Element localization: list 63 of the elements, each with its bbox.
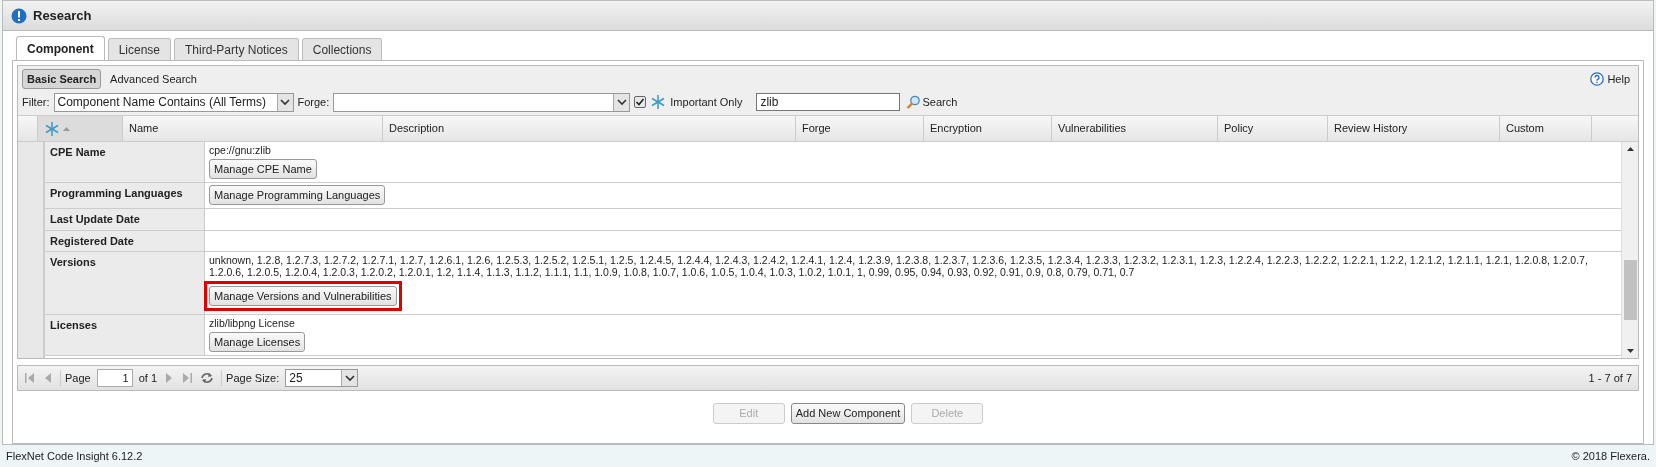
tab[interactable]: Third-Party Notices (174, 38, 299, 60)
column-header[interactable]: Encryption (924, 116, 1052, 141)
page-field[interactable]: 1 (96, 369, 133, 387)
property-label: Programming Languages (45, 183, 205, 208)
checkbox[interactable] (634, 96, 647, 108)
help-icon[interactable] (1590, 72, 1605, 86)
copyright-label: © 2018 Flexera. (1571, 448, 1650, 464)
property-label: CPE Name (45, 142, 205, 182)
snowflake-icon (44, 120, 60, 137)
page-label: Page (60, 369, 91, 387)
property-value: unknown, 1.2.8, 1.2.7.3, 1.2.7.2, 1.2.7.1, 1.2.7, 1.2.6.1, 1.2.6, 1.2.5.3, 1.2.5.2, 1.2.5.1, 1.2.5, 1.2.4.5, 1.2.4.4, 1.2.4.3, 1.2.4.2, 1.2.4.1, 1.2.4, 1.2.3.9, 1.2.3.8, 1.2.3.7, 1.2.3.6, 1.2.3.5, 1.2.3.4, 1.2.3.3, 1.2.3.2, 1.2.3.1, 1.2.3, 1.2.2.4, 1.2.2.3, 1.2.2.2, 1.2.2.1, 1.2.2, 1.2.1.2, 1.2.1.1, 1.2.1, 1.2.0.8, 1.2.0.7, 1.2.0.6, 1.2.0.5, 1.2.0.4, 1.2.0.3, 1.2.0.2, 1.2.0.1, 1.2, 1.1.4, 1.1.3, 1.1.2, 1.1.1, 1.1, 1.0.9, 1.0.8, 1.0.7, 1.0.6, 1.0.5, 1.0.4, 1.0.3, 1.0.2, 1.0.1, 1, 0.99, 0.95, 0.94, 0.93, 0.92, 0.91, 0.9, 0.8, 0.79, 0.71, 0.7 (209, 254, 1589, 278)
window-title: Research (33, 6, 92, 25)
caret-icon (279, 96, 291, 108)
tab[interactable]: Collections (301, 38, 383, 60)
search-field[interactable]: zlib (756, 93, 901, 111)
check-icon (635, 97, 646, 107)
manage-button[interactable]: Manage Programming Languages (209, 185, 386, 205)
property-value: zlib/libpng License (209, 317, 295, 329)
version-label: FlexNet Code Insight 6.12.2 (6, 448, 143, 464)
search-icon (906, 95, 921, 109)
scroll-down-icon[interactable] (1625, 347, 1635, 355)
page-count: of 1 (138, 370, 158, 386)
last-page-icon[interactable] (181, 371, 194, 385)
scroll-up-icon[interactable] (1625, 145, 1635, 153)
caret-icon (343, 372, 356, 384)
checkbox-label: Important Only (670, 94, 743, 110)
record-count: 1 - 7 of 7 (1588, 370, 1632, 386)
tab[interactable]: Component (16, 36, 105, 60)
search-button[interactable]: Search (906, 93, 958, 111)
manage-button[interactable]: Manage Licenses (209, 332, 306, 352)
column-header[interactable]: Description (383, 116, 796, 141)
page-size-label: Page Size: (221, 369, 280, 387)
first-page-icon[interactable] (24, 371, 36, 385)
column-header[interactable]: Review History (1328, 116, 1500, 141)
snowflake-icon (650, 94, 667, 110)
property-label: Registered Date (45, 230, 205, 251)
search-mode-tab[interactable]: Basic Search (22, 69, 102, 89)
filter-label: Filter: (22, 94, 50, 110)
forge-label: Forge: (297, 94, 330, 110)
manage-button[interactable]: Manage Versions and Vulnerabilities (209, 286, 397, 306)
scrollbar-thumb[interactable] (1623, 260, 1637, 320)
column-header[interactable]: Forge (796, 116, 924, 141)
property-label: Versions (45, 252, 205, 314)
property-label: Last Update Date (45, 209, 205, 230)
search-mode-tab[interactable]: Advanced Search (105, 69, 202, 89)
manage-button[interactable]: Manage CPE Name (209, 159, 317, 179)
caret-icon (615, 96, 628, 108)
property-value: cpe://gnu:zlib (209, 144, 271, 156)
info-icon (11, 7, 27, 24)
property-label: Licenses (45, 315, 205, 355)
column-header[interactable]: Vulnerabilities (1052, 116, 1218, 141)
scrollbar[interactable] (1621, 142, 1638, 358)
help-link[interactable]: Help (1607, 70, 1630, 88)
column-header[interactable]: Name (123, 116, 383, 141)
tab[interactable]: License (107, 38, 172, 60)
column-header[interactable]: Policy (1218, 116, 1328, 141)
refresh-icon[interactable] (199, 371, 216, 385)
sort-ascending-icon (62, 124, 71, 133)
action-button[interactable]: Add New Component (790, 403, 906, 424)
sortable-column-header[interactable] (38, 116, 123, 141)
column-header[interactable]: Custom (1500, 116, 1592, 141)
filter-dropdown[interactable]: Component Name Contains (All Terms) (53, 92, 294, 112)
page-size-dropdown[interactable]: 25 (285, 369, 359, 387)
